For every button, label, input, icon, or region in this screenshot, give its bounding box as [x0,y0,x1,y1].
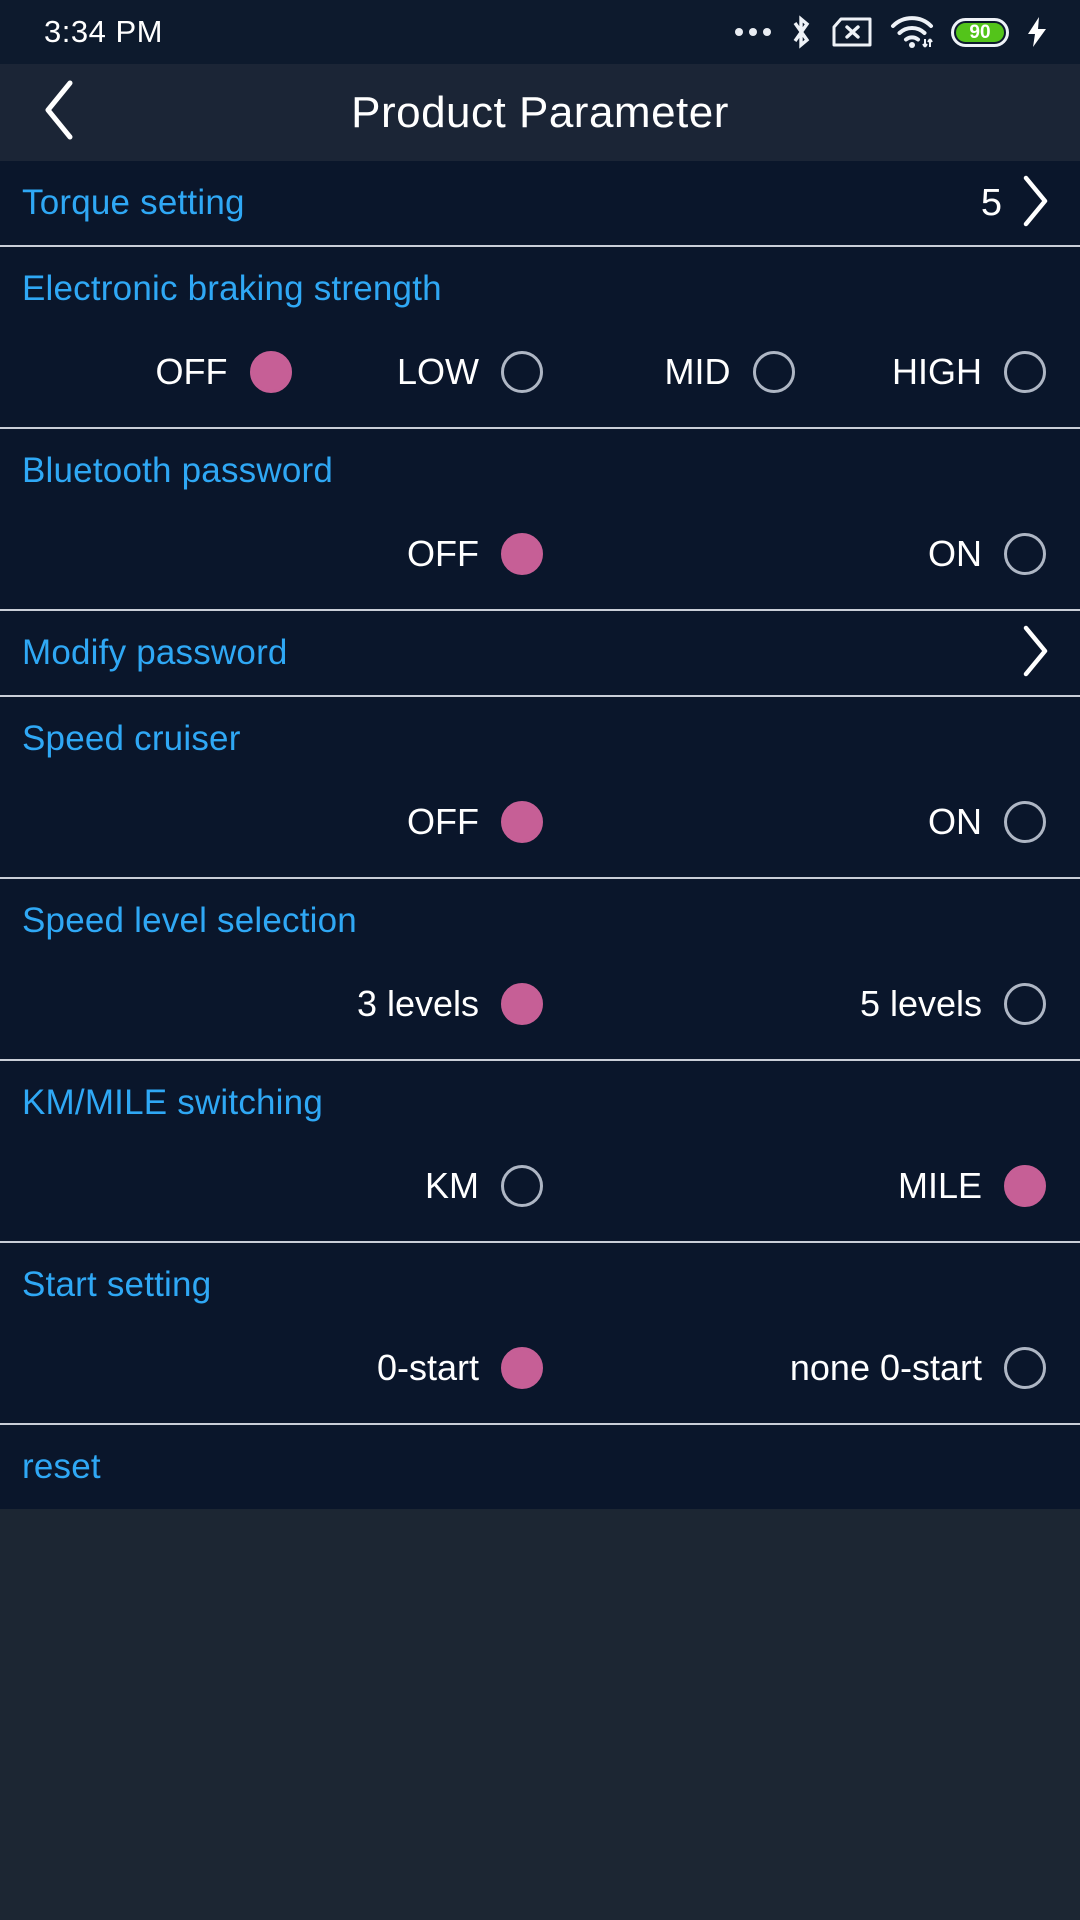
section-label: Speed cruiser [22,719,241,758]
option-on[interactable]: ON [543,533,1046,575]
radio-button[interactable] [501,1347,543,1389]
settings-row-torque-setting[interactable]: Torque setting 5 [0,161,1080,245]
page-title: Product Parameter [351,87,729,137]
title-bar: Product Parameter [0,64,1080,161]
radio-button[interactable] [1004,1347,1046,1389]
option-label: 0-start [376,1347,479,1388]
section-label: KM/MILE switching [22,1083,323,1122]
chevron-right-icon [1020,625,1050,682]
option-high[interactable]: HIGH [795,351,1046,393]
battery-icon: 90 [951,17,1009,47]
chevron-left-icon [40,79,80,146]
radio-button[interactable] [752,351,795,393]
radio-button[interactable] [1004,1165,1046,1207]
section-bluetooth-password: Bluetooth password OFF ON [0,429,1080,609]
status-bar-icons: 90 [735,14,1048,50]
option-group: OFF ON [0,519,1080,589]
radio-button[interactable] [501,801,543,843]
nav-row-modify-password[interactable]: Modify password [0,611,1080,695]
settings-list: Torque setting 5 Electronic braking streng… [0,161,1080,1509]
product-parameter-screen: 3:34 PM 90 Product Parameter Torque sett… [0,0,1080,1920]
status-bar: 3:34 PM 90 [0,0,1080,64]
option-off[interactable]: OFF [40,801,543,843]
settings-row-speed-level-selection: Speed level selection 3 levels 5 levels [0,879,1080,1059]
radio-button[interactable] [501,351,543,393]
option-low[interactable]: LOW [292,351,543,393]
row-label: reset [22,1447,101,1486]
section-label: Electronic braking strength [22,269,442,308]
option-0-start[interactable]: 0-start [40,1347,543,1389]
action-row-reset[interactable]: reset [0,1425,1080,1509]
row-value-group: 5 [981,175,1050,232]
settings-row-bluetooth-password: Bluetooth password OFF ON [0,429,1080,609]
section-start-setting: Start setting 0-start none 0-start [0,1243,1080,1423]
option-label: OFF [407,533,479,574]
radio-button[interactable] [501,533,543,575]
option-group: OFF ON [0,787,1080,857]
option-label: MILE [897,1165,982,1206]
option-5-levels[interactable]: 5 levels [543,983,1046,1025]
more-dots-icon [735,28,771,36]
section-km-mile-switching: KM/MILE switching KM MILE [0,1061,1080,1241]
settings-row-start-setting: Start setting 0-start none 0-start [0,1243,1080,1423]
section-label: Bluetooth password [22,451,334,490]
settings-row-modify-password[interactable]: Modify password [0,611,1080,695]
option-mid[interactable]: MID [543,351,795,393]
option-none-0-start[interactable]: none 0-start [543,1347,1046,1389]
option-km[interactable]: KM [40,1165,543,1207]
settings-row-speed-cruiser: Speed cruiser OFF ON [0,697,1080,877]
radio-button[interactable] [501,983,543,1025]
section-electronic-braking-strength: Electronic braking strength OFF LOW MID HIGH [0,247,1080,427]
radio-button[interactable] [501,1165,543,1207]
radio-button[interactable] [1004,801,1046,843]
option-label: OFF [155,351,228,392]
settings-row-reset: reset [0,1425,1080,1509]
nav-row-torque-setting[interactable]: Torque setting 5 [0,161,1080,245]
radio-button[interactable] [1004,533,1046,575]
option-label: OFF [407,801,479,842]
option-group: 0-start none 0-start [0,1333,1080,1403]
option-off[interactable]: OFF [40,533,543,575]
option-label: ON [928,533,982,574]
section-speed-cruiser: Speed cruiser OFF ON [0,697,1080,877]
option-label: ON [928,801,982,842]
battery-level-text: 90 [969,21,991,43]
option-mile[interactable]: MILE [543,1165,1046,1207]
option-group: KM MILE [0,1151,1080,1221]
chevron-right-icon [1020,175,1050,232]
wifi-icon [890,15,934,49]
row-value-group [1002,625,1050,682]
option-label: MID [664,351,731,392]
option-group: 3 levels 5 levels [0,969,1080,1039]
radio-button[interactable] [249,351,292,393]
radio-button[interactable] [1004,983,1046,1025]
option-label: LOW [396,351,479,392]
status-bar-clock: 3:34 PM [44,14,163,49]
row-label: Torque setting [22,183,245,222]
option-label: 5 levels [859,983,982,1024]
option-3-levels[interactable]: 3 levels [40,983,543,1025]
option-group: OFF LOW MID HIGH [0,337,1080,407]
option-on[interactable]: ON [543,801,1046,843]
radio-button[interactable] [1004,351,1046,393]
option-label: 3 levels [356,983,479,1024]
sim-card-off-icon [831,16,873,48]
section-speed-level-selection: Speed level selection 3 levels 5 levels [0,879,1080,1059]
row-label: Modify password [22,633,288,672]
option-label: HIGH [892,351,982,392]
back-button[interactable] [0,64,120,161]
option-label: none 0-start [789,1347,982,1388]
charging-bolt-icon [1026,16,1048,48]
settings-row-km-mile-switching: KM/MILE switching KM MILE [0,1061,1080,1241]
option-label: KM [425,1165,479,1206]
section-label: Speed level selection [22,901,357,940]
settings-row-electronic-braking-strength: Electronic braking strength OFF LOW MID HIGH [0,247,1080,427]
bluetooth-icon [788,14,814,50]
bottom-spacer [0,1509,1080,1637]
section-label: Start setting [22,1265,212,1304]
row-value: 5 [980,181,1002,224]
option-off[interactable]: OFF [40,351,292,393]
